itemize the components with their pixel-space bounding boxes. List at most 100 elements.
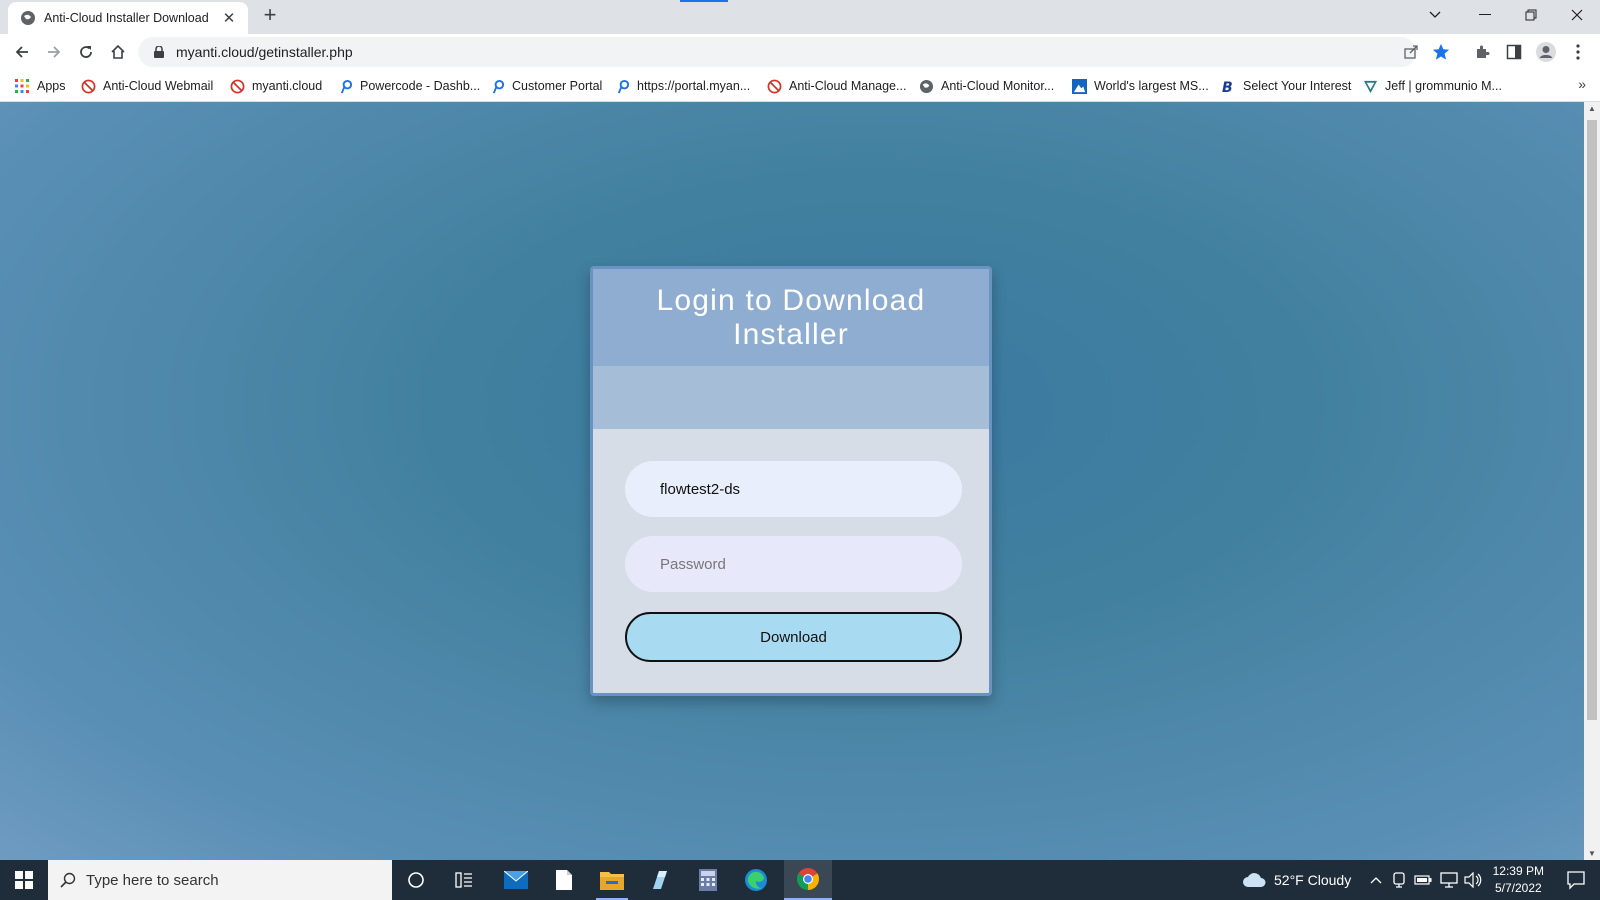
- battery-icon[interactable]: [1414, 860, 1432, 900]
- bookmark-select-interest[interactable]: B Select Your Interest: [1220, 76, 1351, 96]
- anticloud-icon: [229, 78, 245, 94]
- calculator-icon[interactable]: [684, 860, 732, 900]
- bookmark-label: Customer Portal: [512, 79, 603, 93]
- bookmark-anticloud-monitor[interactable]: Anti-Cloud Monitor...: [918, 76, 1054, 96]
- bookmark-label: Select Your Interest: [1243, 79, 1352, 93]
- taskbar-clock[interactable]: 12:39 PM 5/7/2022: [1493, 863, 1544, 897]
- bookmark-myanticloud[interactable]: myanti.cloud: [229, 76, 322, 96]
- bookmark-label: World's largest MS...: [1094, 79, 1209, 93]
- extensions-icon[interactable]: [1470, 40, 1494, 64]
- network-icon[interactable]: [1440, 860, 1458, 900]
- bookmark-label: Anti-Cloud Monitor...: [941, 79, 1055, 93]
- share-icon[interactable]: [1400, 41, 1422, 63]
- search-icon: [60, 872, 76, 888]
- bookmark-star-icon[interactable]: [1430, 41, 1452, 63]
- bookmarks-overflow-icon[interactable]: »: [1578, 76, 1586, 92]
- download-button[interactable]: Download: [625, 612, 962, 662]
- bookmark-anticloud-webmail[interactable]: Anti-Cloud Webmail: [80, 76, 213, 96]
- reload-icon[interactable]: [72, 38, 100, 66]
- bookmark-label: https://portal.myan...: [637, 79, 751, 93]
- anticloud-icon: [766, 78, 782, 94]
- bookmark-portal-myan[interactable]: https://portal.myan...: [614, 76, 750, 96]
- url-text: myanti.cloud/getinstaller.php: [176, 44, 353, 60]
- lock-icon[interactable]: [152, 45, 166, 59]
- home-icon[interactable]: [104, 38, 132, 66]
- windows-taskbar: Type here to search 52°F Cloudy 12:39 PM…: [0, 860, 1600, 900]
- weather-widget[interactable]: 52°F Cloudy: [1242, 860, 1351, 900]
- browser-toolbar: myanti.cloud/getinstaller.php: [0, 34, 1600, 70]
- bookmark-apps[interactable]: Apps: [14, 76, 66, 96]
- svg-text:B: B: [1221, 80, 1232, 94]
- page-viewport: Login to Download Installer Download: [0, 102, 1584, 860]
- globe-icon: [20, 10, 36, 26]
- bookmark-powercode[interactable]: Powercode - Dashb...: [337, 76, 480, 96]
- bookmark-label: myanti.cloud: [252, 79, 323, 93]
- volume-icon[interactable]: [1464, 860, 1482, 900]
- powercode-icon: [614, 78, 630, 94]
- tab-loading-indicator: [680, 0, 728, 2]
- powercode-icon: [337, 78, 353, 94]
- chrome-menu-icon[interactable]: [1566, 40, 1590, 64]
- scroll-up-icon[interactable]: ▲: [1588, 104, 1596, 113]
- login-form: Download: [593, 429, 989, 662]
- address-bar[interactable]: myanti.cloud/getinstaller.php: [138, 37, 1416, 67]
- minimize-icon[interactable]: [1462, 0, 1508, 30]
- mail-icon[interactable]: [492, 860, 540, 900]
- pen-app-icon[interactable]: [636, 860, 684, 900]
- b-logo-icon: B: [1220, 78, 1236, 94]
- bookmark-grommunio[interactable]: Jeff | grommunio M...: [1362, 76, 1502, 96]
- tab-search-chevron-icon[interactable]: [1412, 0, 1458, 30]
- page-scrollbar[interactable]: ▲ ▼: [1584, 102, 1600, 860]
- login-card-header: Login to Download Installer: [593, 269, 989, 366]
- taskbar-search-box[interactable]: Type here to search: [48, 860, 392, 900]
- bookmark-label: Anti-Cloud Manage...: [789, 79, 907, 93]
- tab-close-icon[interactable]: ✕: [220, 9, 238, 27]
- profile-avatar-icon[interactable]: [1534, 40, 1558, 64]
- cortana-icon[interactable]: [392, 860, 440, 900]
- password-field[interactable]: [625, 536, 962, 592]
- task-view-icon[interactable]: [440, 860, 488, 900]
- forward-icon[interactable]: [40, 38, 68, 66]
- back-icon[interactable]: [8, 38, 36, 66]
- bookmark-label: Anti-Cloud Webmail: [103, 79, 214, 93]
- file-explorer-icon[interactable]: [588, 860, 636, 900]
- restore-icon[interactable]: [1508, 0, 1554, 30]
- new-tab-button[interactable]: +: [258, 4, 282, 28]
- meet-now-icon[interactable]: [1392, 860, 1406, 900]
- action-center-icon[interactable]: [1566, 870, 1586, 890]
- weather-text: 52°F Cloudy: [1274, 872, 1352, 888]
- grommunio-icon: [1362, 78, 1378, 94]
- show-hidden-icons-chevron-icon[interactable]: [1370, 860, 1382, 900]
- bookmark-anticloud-manage[interactable]: Anti-Cloud Manage...: [766, 76, 906, 96]
- anticloud-icon: [80, 78, 96, 94]
- notepad-icon[interactable]: [540, 860, 588, 900]
- scrollbar-thumb[interactable]: [1587, 120, 1597, 720]
- bookmark-label: Jeff | grommunio M...: [1385, 79, 1502, 93]
- browser-tab-active[interactable]: Anti-Cloud Installer Download ✕: [8, 2, 248, 34]
- bookmark-label: Powercode - Dashb...: [360, 79, 481, 93]
- powercode-icon: [489, 78, 505, 94]
- clock-time: 12:39 PM: [1492, 864, 1544, 878]
- edge-icon[interactable]: [732, 860, 780, 900]
- login-card: Login to Download Installer Download: [590, 266, 992, 696]
- scroll-down-icon[interactable]: ▼: [1588, 849, 1596, 858]
- image-icon: [1071, 78, 1087, 94]
- bookmark-customer-portal[interactable]: Customer Portal: [489, 76, 602, 96]
- bookmark-worlds-largest[interactable]: World's largest MS...: [1071, 76, 1209, 96]
- apps-grid-icon: [14, 78, 30, 94]
- globe-icon: [918, 78, 934, 94]
- username-field[interactable]: [625, 461, 962, 517]
- browser-tabstrip: Anti-Cloud Installer Download ✕ +: [0, 0, 1600, 34]
- cloud-icon: [1242, 872, 1266, 888]
- clock-date: 5/7/2022: [1494, 881, 1542, 895]
- taskbar-search-placeholder: Type here to search: [86, 871, 219, 889]
- close-window-icon[interactable]: [1554, 0, 1600, 30]
- chrome-icon[interactable]: [784, 860, 832, 900]
- windows-start-icon[interactable]: [0, 860, 48, 900]
- side-panel-icon[interactable]: [1502, 40, 1526, 64]
- bookmark-label: Apps: [37, 79, 66, 93]
- tab-title: Anti-Cloud Installer Download: [44, 11, 209, 25]
- login-card-band: [593, 366, 989, 429]
- login-title: Login to Download Installer: [656, 283, 926, 351]
- bookmarks-bar: Apps Anti-Cloud Webmail myanti.cloud Pow…: [0, 70, 1600, 102]
